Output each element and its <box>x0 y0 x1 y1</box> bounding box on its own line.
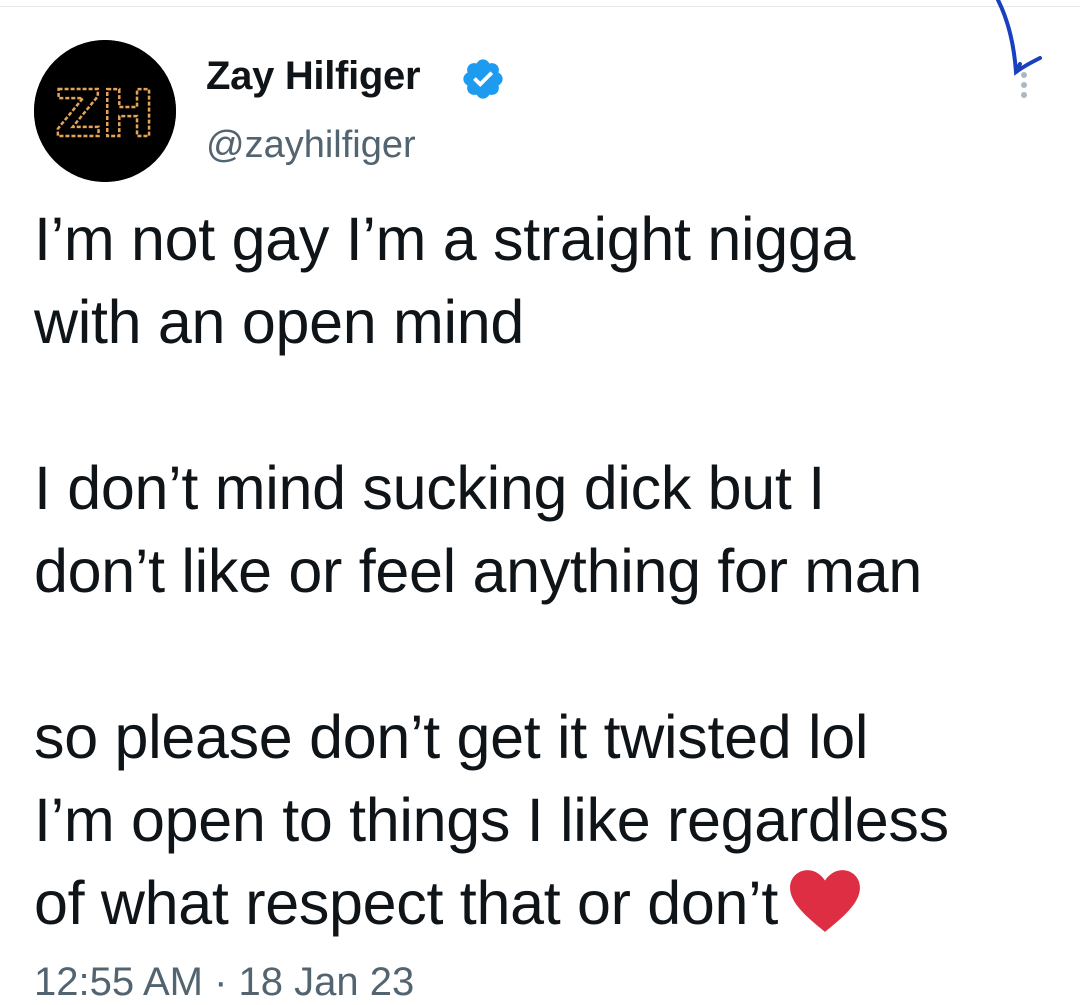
svg-text:ZH: ZH <box>55 78 155 152</box>
tweet-line: so please don’t get it twisted lol <box>34 703 869 771</box>
tweet-body: I’m not gay I’m a straight nigga with an… <box>34 198 1074 945</box>
tweet-line: I’m open to things I like regardless <box>34 786 949 854</box>
display-name[interactable]: Zay Hilfiger <box>206 54 421 99</box>
red-heart-icon <box>790 870 861 932</box>
tweet-line-last: of what respect that or don’t <box>34 862 1074 945</box>
tweet-line-text: of what respect that or don’t <box>34 869 779 937</box>
avatar[interactable]: ZH <box>34 40 176 182</box>
user-handle[interactable]: @zayhilfiger <box>206 124 416 167</box>
top-divider <box>0 6 1080 7</box>
tweet-line: I don’t mind sucking dick but I <box>34 454 825 522</box>
verified-badge-icon <box>463 59 503 99</box>
more-vertical-icon[interactable] <box>1012 70 1036 100</box>
tweet-timestamp[interactable]: 12:55 AM · 18 Jan 23 <box>34 960 414 1005</box>
tweet-line: I’m not gay I’m a straight nigga <box>34 205 856 273</box>
tweet-line: don’t like or feel anything for man <box>34 537 923 605</box>
avatar-logo-icon: ZH <box>34 40 176 182</box>
tweet-line: with an open mind <box>34 288 524 356</box>
